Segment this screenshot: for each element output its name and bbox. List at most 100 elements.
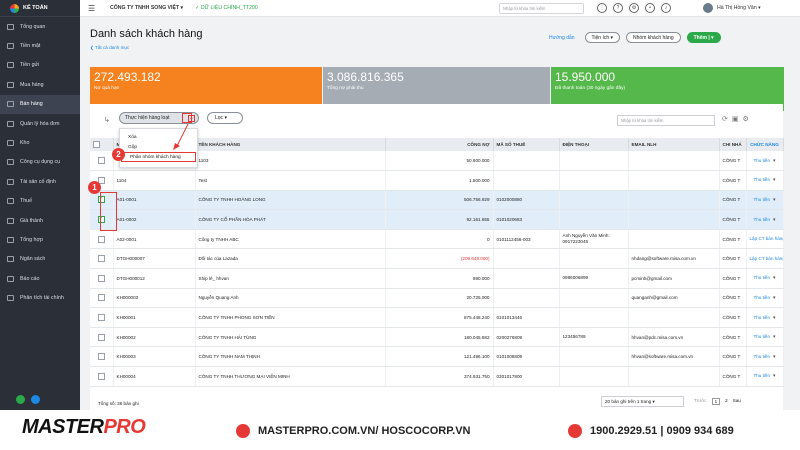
row-action-link[interactable]: Thu tiền xyxy=(753,315,770,320)
table-row[interactable]: KH00001 CÔNG TY TNHH PHONG SƠN TIẾN 875.44… xyxy=(90,307,784,328)
add-button[interactable]: Thêm | ▾ xyxy=(686,32,721,43)
sidebar-item[interactable]: Kho xyxy=(0,133,80,152)
gear-icon[interactable]: ⚙ xyxy=(743,115,749,123)
table-row[interactable]: 1104 Test 1.500.000 CÔNG T Thu tiền ▾ xyxy=(90,170,784,191)
prev-page[interactable]: Trước xyxy=(694,398,707,405)
table-row[interactable]: KH00002 CÔNG TY TNHH HẢI TÙNG 180.045.682 0… xyxy=(90,327,784,348)
data-source-label[interactable]: ✓ DỮ LIỆU CHÍNH_TT200 xyxy=(195,5,258,11)
column-header[interactable]: ĐIỆN THOẠI xyxy=(559,138,629,151)
column-header[interactable] xyxy=(90,138,114,151)
table-row[interactable]: A01-0001CÔNG TY TNHH HOÀNG LONG506.756.9… xyxy=(90,190,784,211)
select-all-checkbox[interactable] xyxy=(93,141,100,148)
sidebar-item[interactable]: Tiền gửi xyxy=(0,56,80,75)
row-action-link[interactable]: Thu tiền xyxy=(753,158,770,163)
chevron-down-icon[interactable]: ▾ xyxy=(773,158,776,164)
back-link[interactable]: ❮ Tất cả danh mục xyxy=(90,45,129,51)
row-action-link[interactable]: Thu tiền xyxy=(753,197,770,202)
utility-button[interactable]: Tiện ích ▾ xyxy=(584,32,621,43)
company-selector[interactable]: CÔNG TY TNHH SONG VIỆT ▾ xyxy=(110,5,183,11)
row-checkbox[interactable] xyxy=(97,274,105,282)
chevron-down-icon[interactable]: ▾ xyxy=(773,177,776,183)
cell-action: Thu tiền ▾ xyxy=(746,170,784,191)
column-header[interactable]: CHI NHÁ xyxy=(719,138,747,151)
row-action-link[interactable]: Thu tiền xyxy=(753,177,770,182)
app-logo[interactable]: KẾ TOÁN xyxy=(0,0,80,17)
sidebar-item[interactable]: Quản lý hóa đơn xyxy=(0,114,80,133)
cell-branch: CÔNG T xyxy=(719,366,747,387)
column-header[interactable]: TÊN KHÁCH HÀNG xyxy=(195,138,386,151)
page-1[interactable]: 1 xyxy=(711,398,721,405)
row-checkbox[interactable] xyxy=(97,255,105,263)
customer-group-button[interactable]: Nhóm khách hàng xyxy=(626,32,681,43)
row-action-link[interactable]: Thu tiền xyxy=(753,275,770,280)
menu-icon[interactable]: ☰ xyxy=(88,4,100,13)
row-checkbox[interactable] xyxy=(97,333,105,341)
sidebar-item[interactable]: Báo cáo xyxy=(0,269,80,288)
apps-icon[interactable]: ⋮ xyxy=(597,3,607,13)
row-action-link[interactable]: Thu tiền xyxy=(753,373,770,378)
sidebar-item[interactable]: Phân tích tài chính xyxy=(0,288,80,307)
row-checkbox[interactable] xyxy=(97,157,105,165)
column-header[interactable]: CÔNG NỢ xyxy=(385,138,494,151)
settings-icon[interactable]: ⚙ xyxy=(629,3,639,13)
notification-icon[interactable]: ♪ xyxy=(661,3,671,13)
return-icon[interactable]: ↳ xyxy=(104,116,110,124)
table-row[interactable]: A02-0001 Công ty TNHH ABC 0 0101112456-003 A… xyxy=(90,229,784,250)
column-header[interactable]: CHỨC NĂNG xyxy=(746,138,784,151)
page-size-select[interactable]: 20 bản ghi trên 1 trang ▾ xyxy=(601,396,684,407)
question-icon[interactable]: ? xyxy=(613,3,623,13)
table-row[interactable]: KH000003 Nguyễn Quang Anh 20.725.000 quanga… xyxy=(90,288,784,309)
chevron-down-icon[interactable]: ▾ xyxy=(773,315,776,321)
global-search-input[interactable]: Nhập từ khóa tìm kiếm xyxy=(499,3,584,14)
menu-item-group-customers[interactable]: Phân nhóm khách hàng xyxy=(121,152,196,162)
page-title: Danh sách khách hàng xyxy=(90,28,203,40)
sidebar-item[interactable]: Mua hàng xyxy=(0,75,80,94)
next-page[interactable]: Sau xyxy=(733,398,741,405)
chevron-down-icon[interactable]: ▾ xyxy=(773,217,776,223)
row-checkbox[interactable] xyxy=(97,294,105,302)
row-checkbox[interactable] xyxy=(97,235,105,243)
table-row[interactable]: DTGH000012 Ship lẻ_ hhvan 980.000 098600689… xyxy=(90,268,784,289)
sidebar-item[interactable]: Tổng hợp xyxy=(0,230,80,249)
column-header[interactable]: MÃ SỐ THUẾ xyxy=(493,138,560,151)
row-action-link[interactable]: Thu tiền xyxy=(753,334,770,339)
chevron-down-icon[interactable]: ▾ xyxy=(773,373,776,379)
chevron-down-icon[interactable]: ▾ xyxy=(773,295,776,301)
sidebar-item[interactable]: Công cụ dụng cụ xyxy=(0,153,80,172)
grid-search-input[interactable]: Nhập từ khóa tìm kiếm xyxy=(617,115,715,126)
sidebar-item[interactable]: Thuế xyxy=(0,192,80,211)
sidebar-item[interactable]: Bán hàng xyxy=(0,94,80,114)
excel-icon[interactable]: ▣ xyxy=(732,115,739,123)
sidebar-item[interactable]: Tổng quan xyxy=(0,17,80,36)
filter-button[interactable]: Lọc ▾ xyxy=(207,112,243,124)
chevron-down-icon[interactable]: ▾ xyxy=(773,275,776,281)
chevron-down-icon[interactable]: ▾ xyxy=(773,354,776,360)
help-icon[interactable] xyxy=(31,395,40,404)
user-menu[interactable]: Hà Thị Hồng Vân ▾ xyxy=(703,3,761,13)
chevron-down-icon[interactable]: ▾ xyxy=(773,334,776,340)
website-text: MASTERPRO.COM.VN/ HOSCOCORP.VN xyxy=(258,425,471,437)
table-row[interactable]: DTGH000007 Đối tác của Lazada (209.648.000… xyxy=(90,248,784,270)
guide-link[interactable]: Hướng dẫn xyxy=(549,35,575,41)
sidebar-item[interactable]: Tài sản cố định xyxy=(0,172,80,191)
row-action-link[interactable]: Thu tiền xyxy=(753,354,770,359)
table-row[interactable]: A01-0002CÔNG TY CỔ PHẦN HÒA PHÁT92.161.6… xyxy=(90,209,784,230)
refresh-icon[interactable]: ⟳ xyxy=(722,115,728,123)
row-checkbox[interactable] xyxy=(97,353,105,361)
table-row[interactable]: KH00003 CÔNG TY TNHH NAM THỊNH 121.496.100… xyxy=(90,346,784,368)
row-checkbox[interactable] xyxy=(97,372,105,380)
page-2[interactable]: 2 xyxy=(725,398,728,405)
row-action-link[interactable]: Lập CT bán hàng xyxy=(750,256,783,261)
table-row[interactable]: KH00004 CÔNG TY TNHH THƯƠNG MẠI VIỄN MINH… xyxy=(90,366,784,387)
chevron-down-icon[interactable]: ▾ xyxy=(773,197,776,203)
row-action-link[interactable]: Lập CT bán hàng xyxy=(750,236,783,241)
column-header[interactable]: EMAIL NLH xyxy=(628,138,720,151)
sidebar-item[interactable]: Ngân sách xyxy=(0,250,80,269)
sidebar-item[interactable]: Giá thành xyxy=(0,211,80,230)
chat-icon[interactable]: • xyxy=(645,3,655,13)
row-action-link[interactable]: Thu tiền xyxy=(753,217,770,222)
row-action-link[interactable]: Thu tiền xyxy=(753,295,770,300)
row-checkbox[interactable] xyxy=(97,314,105,322)
gift-icon[interactable] xyxy=(16,395,25,404)
sidebar-item[interactable]: Tiền mặt xyxy=(0,36,80,55)
